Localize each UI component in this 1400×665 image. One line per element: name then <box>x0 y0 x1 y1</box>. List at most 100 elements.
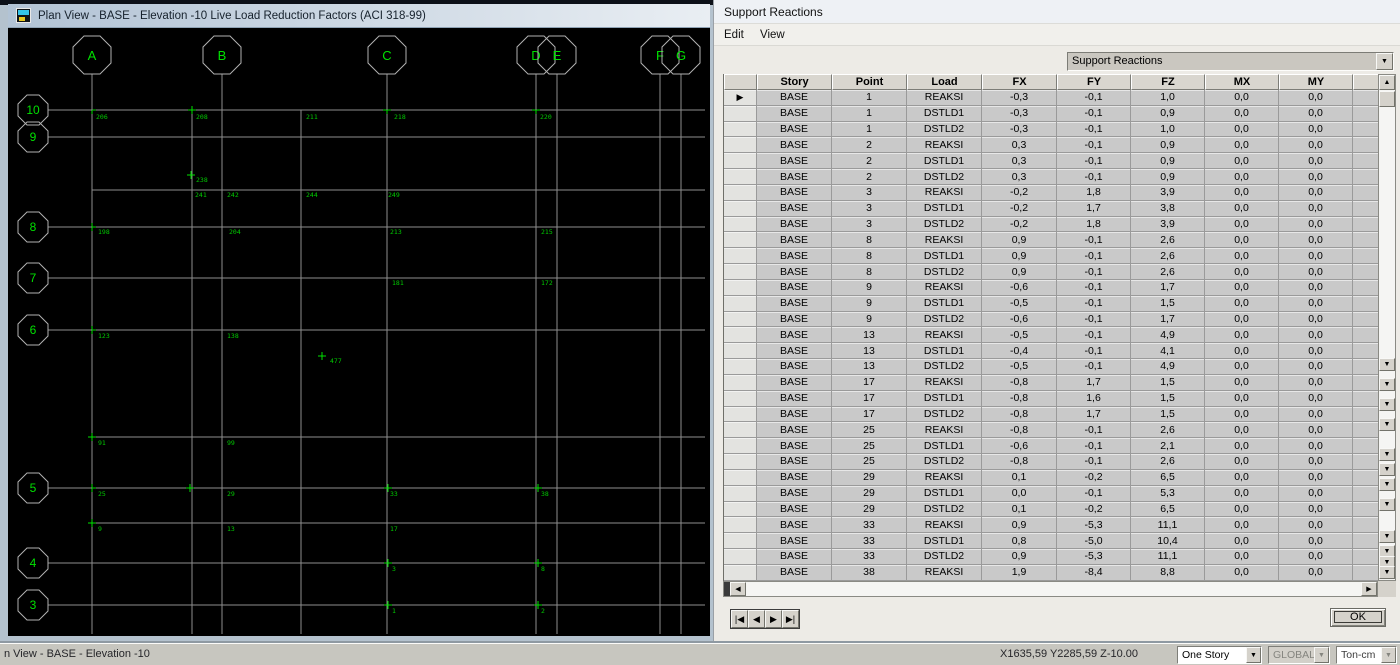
table-cell[interactable]: DSTLD1 <box>907 486 982 502</box>
table-cell[interactable]: 8 <box>832 264 907 280</box>
ok-button[interactable]: OK <box>1330 608 1386 627</box>
table-cell[interactable]: 1,9 <box>982 565 1057 581</box>
table-cell[interactable]: 0,0 <box>1279 486 1353 502</box>
table-row[interactable]: BASE8DSTLD20,9-0,12,60,00,0 <box>724 264 1378 280</box>
table-cell[interactable]: 25 <box>832 422 907 438</box>
table-cell[interactable]: DSTLD2 <box>907 502 982 518</box>
table-cell[interactable]: 25 <box>832 438 907 454</box>
table-cell[interactable]: 3,9 <box>1131 217 1205 233</box>
table-cell[interactable]: 0,0 <box>1205 153 1279 169</box>
row-selector[interactable] <box>724 549 757 565</box>
table-cell[interactable]: 0,9 <box>982 517 1057 533</box>
table-cell[interactable]: BASE <box>757 533 832 549</box>
table-cell[interactable]: -0,5 <box>982 359 1057 375</box>
row-selector[interactable] <box>724 169 757 185</box>
table-cell[interactable]: -0,1 <box>1057 454 1131 470</box>
table-cell[interactable]: BASE <box>757 422 832 438</box>
table-cell[interactable]: 1 <box>832 106 907 122</box>
table-cell[interactable]: BASE <box>757 217 832 233</box>
row-selector[interactable] <box>724 407 757 423</box>
first-record-button[interactable]: |◀ <box>731 610 748 628</box>
table-cell[interactable]: 29 <box>832 502 907 518</box>
table-cell[interactable]: DSTLD1 <box>907 438 982 454</box>
scroll-down-icon[interactable]: ▼ <box>1379 448 1395 461</box>
table-cell[interactable]: 0,0 <box>1205 248 1279 264</box>
table-cell[interactable]: 0,0 <box>1205 201 1279 217</box>
table-cell[interactable]: -8,4 <box>1057 565 1131 581</box>
chevron-down-icon[interactable]: ▼ <box>1381 647 1396 663</box>
table-cell[interactable]: REAKSI <box>907 185 982 201</box>
table-cell[interactable]: 29 <box>832 486 907 502</box>
table-cell[interactable]: BASE <box>757 153 832 169</box>
table-cell[interactable]: DSTLD1 <box>907 248 982 264</box>
scroll-down-icon[interactable]: ▼ <box>1379 418 1395 431</box>
row-selector[interactable] <box>724 391 757 407</box>
table-cell[interactable]: 10,4 <box>1131 533 1205 549</box>
table-cell[interactable]: 13 <box>832 327 907 343</box>
table-cell[interactable]: 8 <box>832 232 907 248</box>
table-cell[interactable]: -0,1 <box>1057 296 1131 312</box>
table-cell[interactable]: 2,1 <box>1131 438 1205 454</box>
table-cell[interactable]: 0,0 <box>982 486 1057 502</box>
row-selector[interactable] <box>724 375 757 391</box>
table-cell[interactable]: -0,1 <box>1057 486 1131 502</box>
output-type-combo[interactable]: Support Reactions ▼ <box>1067 52 1394 71</box>
table-cell[interactable]: DSTLD1 <box>907 533 982 549</box>
table-cell[interactable]: DSTLD2 <box>907 359 982 375</box>
next-record-button[interactable]: ▶ <box>765 610 782 628</box>
table-cell[interactable]: 11,1 <box>1131 549 1205 565</box>
row-selector[interactable] <box>724 264 757 280</box>
table-row[interactable]: BASE29DSTLD20,1-0,26,50,00,0 <box>724 502 1378 518</box>
table-cell[interactable]: 0,9 <box>982 248 1057 264</box>
table-cell[interactable]: 0,0 <box>1279 327 1353 343</box>
table-cell[interactable]: 38 <box>832 565 907 581</box>
table-cell[interactable]: 2,6 <box>1131 422 1205 438</box>
table-cell[interactable]: REAKSI <box>907 375 982 391</box>
table-cell[interactable]: -0,1 <box>1057 312 1131 328</box>
row-selector[interactable] <box>724 280 757 296</box>
column-header-fz[interactable]: FZ <box>1131 74 1205 90</box>
table-cell[interactable]: -0,6 <box>982 438 1057 454</box>
table-row[interactable]: BASE38REAKSI1,9-8,48,80,00,0 <box>724 565 1378 581</box>
table-cell[interactable]: BASE <box>757 470 832 486</box>
row-selector[interactable] <box>724 106 757 122</box>
table-cell[interactable]: REAKSI <box>907 565 982 581</box>
table-cell[interactable]: 13 <box>832 343 907 359</box>
table-cell[interactable]: 0,0 <box>1205 312 1279 328</box>
table-row[interactable]: BASE3DSTLD2-0,21,83,90,00,0 <box>724 217 1378 233</box>
table-row[interactable]: BASE3REAKSI-0,21,83,90,00,0 <box>724 185 1378 201</box>
plan-title-bar[interactable]: Plan View - BASE - Elevation -10 Live Lo… <box>8 4 710 28</box>
table-cell[interactable]: 1,6 <box>1057 391 1131 407</box>
table-cell[interactable]: DSTLD2 <box>907 407 982 423</box>
table-cell[interactable]: 0,0 <box>1279 502 1353 518</box>
table-cell[interactable]: BASE <box>757 122 832 138</box>
table-cell[interactable]: 1,7 <box>1057 407 1131 423</box>
row-selector[interactable] <box>724 185 757 201</box>
table-cell[interactable]: 0,0 <box>1205 549 1279 565</box>
table-cell[interactable]: 0,9 <box>982 264 1057 280</box>
table-cell[interactable]: 3 <box>832 185 907 201</box>
table-cell[interactable]: BASE <box>757 391 832 407</box>
table-row[interactable]: BASE1DSTLD2-0,3-0,11,00,00,0 <box>724 122 1378 138</box>
scroll-up-icon[interactable]: ▲ <box>1379 75 1395 90</box>
table-cell[interactable]: BASE <box>757 185 832 201</box>
scroll-right-icon[interactable]: ▶ <box>1361 582 1377 596</box>
table-cell[interactable]: 33 <box>832 533 907 549</box>
table-cell[interactable]: DSTLD2 <box>907 312 982 328</box>
table-cell[interactable]: -0,6 <box>982 280 1057 296</box>
plan-canvas[interactable]: ABCDEFG109876543206208211218220238241242… <box>8 28 710 636</box>
table-cell[interactable]: 0,3 <box>982 153 1057 169</box>
table-cell[interactable]: 0,0 <box>1279 391 1353 407</box>
table-cell[interactable]: -0,8 <box>982 407 1057 423</box>
table-cell[interactable]: BASE <box>757 327 832 343</box>
column-header-point[interactable]: Point <box>832 74 907 90</box>
scroll-down-icon[interactable]: ▼ <box>1379 398 1395 411</box>
table-cell[interactable]: 0,0 <box>1279 343 1353 359</box>
table-cell[interactable]: BASE <box>757 280 832 296</box>
table-cell[interactable]: -0,1 <box>1057 153 1131 169</box>
table-cell[interactable]: 1,8 <box>1057 217 1131 233</box>
table-cell[interactable]: 1,5 <box>1131 407 1205 423</box>
scroll-down-icon[interactable]: ▼ <box>1379 378 1395 391</box>
table-row[interactable]: BASE13REAKSI-0,5-0,14,90,00,0 <box>724 327 1378 343</box>
row-selector[interactable] <box>724 533 757 549</box>
